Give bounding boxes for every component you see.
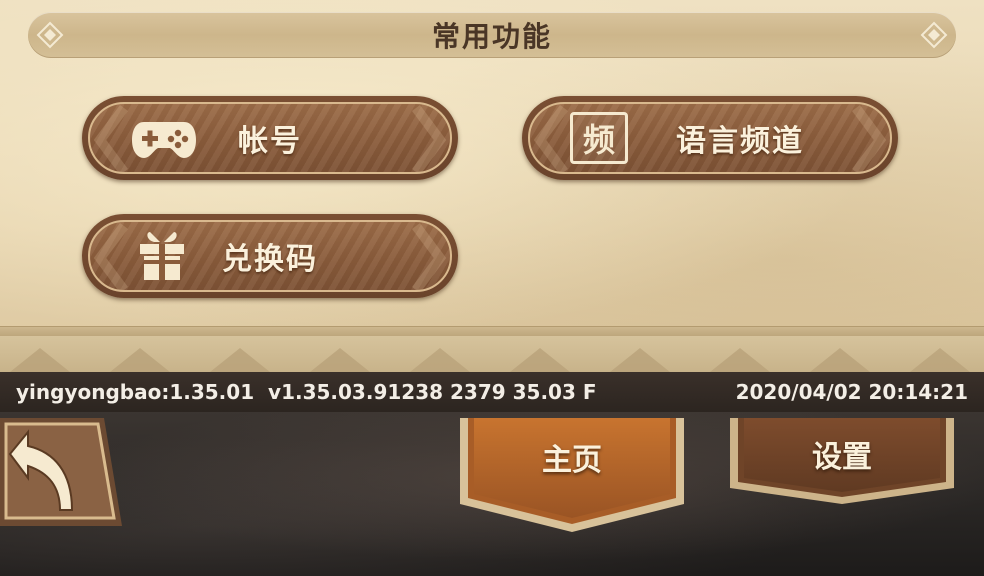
section-title-bar: 常用功能 xyxy=(28,12,956,58)
diamond-ornament-icon xyxy=(36,21,64,49)
redeem-code-label: 兑换码 xyxy=(222,242,318,277)
account-label: 帐号 xyxy=(238,124,302,159)
language-channel-label: 语言频道 xyxy=(676,124,804,159)
panel-divider xyxy=(0,326,984,336)
back-arrow-icon xyxy=(0,418,122,526)
tab-settings-label: 设置 xyxy=(812,440,872,475)
tab-settings[interactable]: 设置 xyxy=(730,418,954,504)
section-title: 常用功能 xyxy=(431,20,552,53)
settings-panel: 常用功能 帐号 频 语言频道 兑换码 xyxy=(0,0,984,372)
diamond-ornament-icon xyxy=(920,21,948,49)
timestamp: 2020/04/02 20:14:21 xyxy=(735,380,968,404)
back-button[interactable] xyxy=(0,414,122,530)
redeem-code-button[interactable]: 兑换码 xyxy=(82,214,458,298)
tab-home-label: 主页 xyxy=(542,443,602,478)
version-info: yingyongbao:1.35.01 v1.35.03.91238 2379 … xyxy=(16,380,597,404)
version-status-bar: yingyongbao:1.35.01 v1.35.03.91238 2379 … xyxy=(0,372,984,412)
panel-trim xyxy=(0,336,984,372)
tab-home[interactable]: 主页 xyxy=(460,418,684,532)
language-channel-button[interactable]: 频 语言频道 xyxy=(522,96,898,180)
triangle-pattern xyxy=(10,348,970,372)
account-button[interactable]: 帐号 xyxy=(82,96,458,180)
